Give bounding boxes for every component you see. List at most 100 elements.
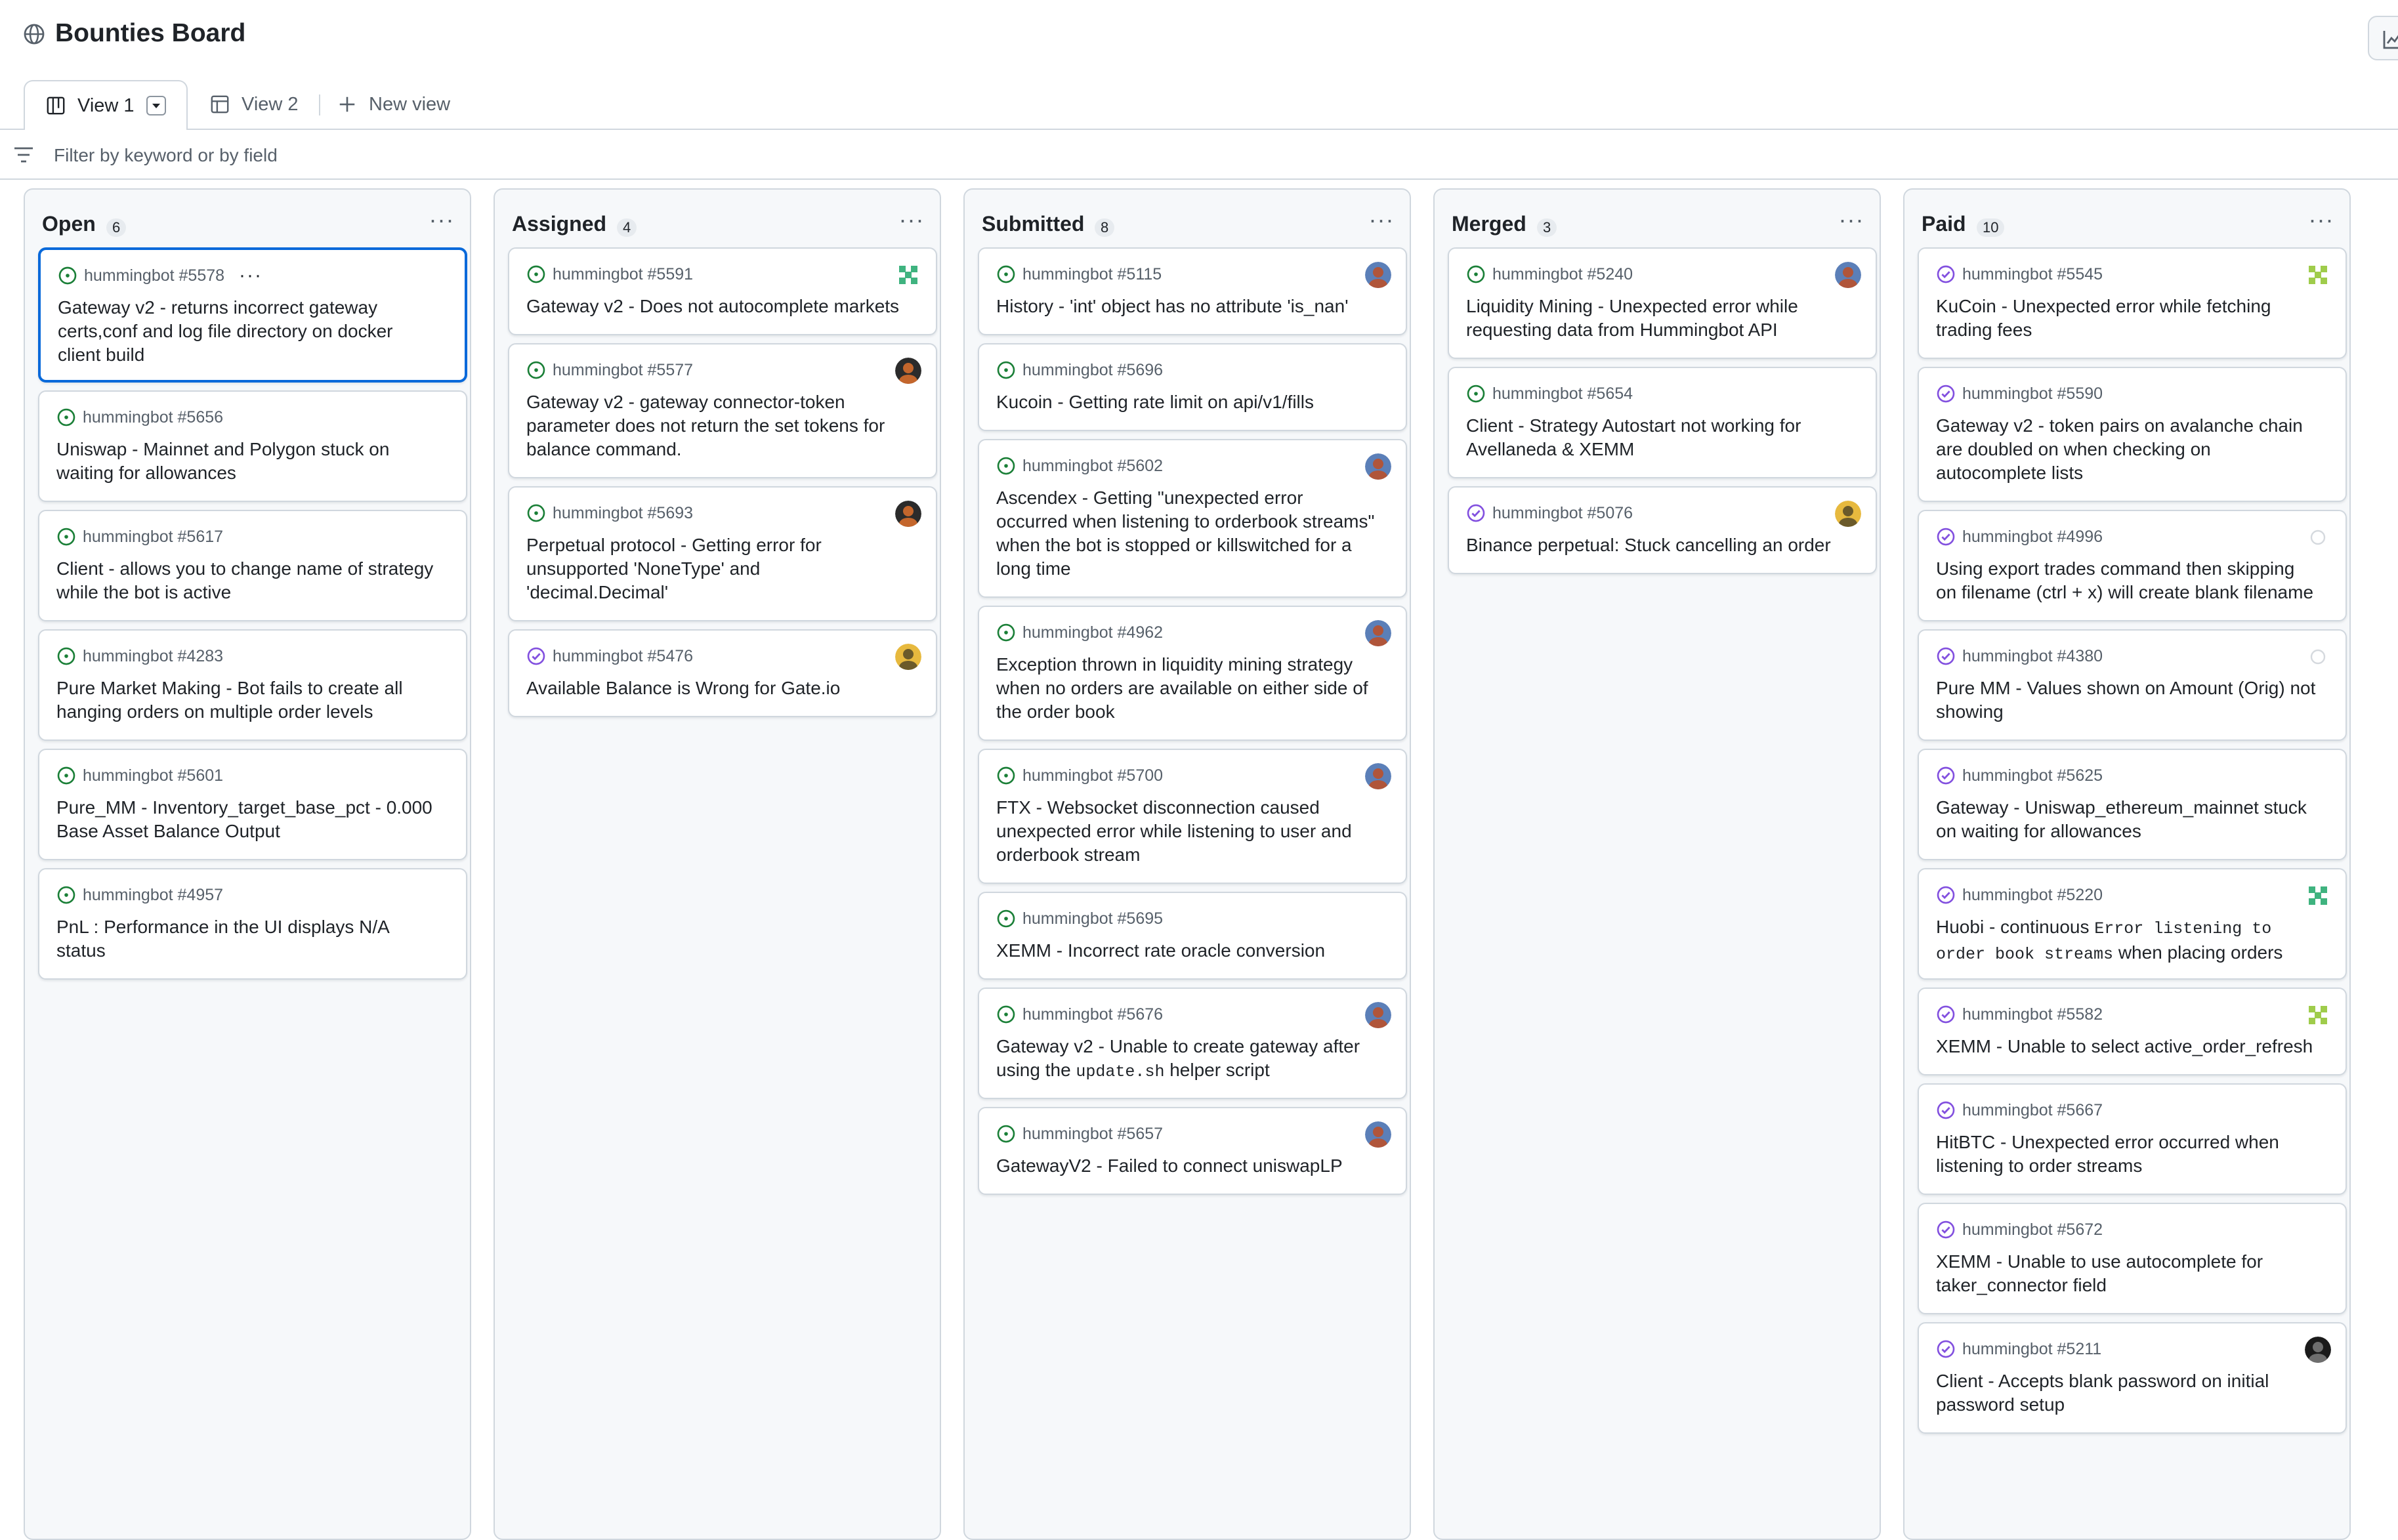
issue-card[interactable]: hummingbot #5220 Huobi - continuous Error… [1918,868,2347,980]
card-repo-number[interactable]: hummingbot #5115 [1022,265,1162,284]
issue-card[interactable]: hummingbot #5545 KuCoin - Unexpected erro… [1918,247,2347,359]
card-title[interactable]: Client - Strategy Autostart not working … [1466,414,1847,461]
issue-card[interactable]: hummingbot #5577 Gateway v2 - gateway con… [508,343,937,478]
issue-card[interactable]: hummingbot #4957 PnL : Performance in the… [38,868,467,980]
card-repo-number[interactable]: hummingbot #5582 [1962,1005,2103,1024]
card-repo-number[interactable]: hummingbot #5625 [1962,766,2103,785]
card-repo-number[interactable]: hummingbot #5578 [84,266,224,285]
column-menu-icon[interactable]: ··· [1366,208,1397,237]
issue-card[interactable]: hummingbot #5582 XEMM - Unable to select … [1918,988,2347,1075]
issue-card[interactable]: hummingbot #5672 XEMM - Unable to use aut… [1918,1203,2347,1314]
card-title[interactable]: Gateway v2 - Does not autocomplete marke… [526,295,907,318]
column-menu-icon[interactable]: ··· [1836,208,1866,237]
assignee-avatar[interactable] [2305,262,2331,288]
issue-card[interactable]: hummingbot #5696 Kucoin - Getting rate li… [978,343,1407,431]
assignee-avatar[interactable] [2305,883,2331,909]
card-title[interactable]: Pure_MM - Inventory_target_base_pct - 0.… [56,796,437,843]
card-repo-number[interactable]: hummingbot #5602 [1022,457,1163,476]
card-repo-number[interactable]: hummingbot #5672 [1962,1220,2103,1239]
assignee-avatar[interactable] [1365,1121,1391,1148]
issue-card[interactable]: hummingbot #5625 Gateway - Uniswap_ethere… [1918,749,2347,860]
card-repo-number[interactable]: hummingbot #5700 [1022,766,1163,785]
assignee-avatar[interactable] [1835,501,1861,527]
issue-card[interactable]: hummingbot #5591 Gateway v2 - Does not au… [508,247,937,335]
assignee-avatar[interactable] [2305,1337,2331,1363]
issue-card[interactable]: hummingbot #5695 XEMM - Incorrect rate or… [978,892,1407,980]
card-repo-number[interactable]: hummingbot #5695 [1022,909,1163,928]
card-title[interactable]: Gateway - Uniswap_ethereum_mainnet stuck… [1936,796,2317,843]
card-repo-number[interactable]: hummingbot #4996 [1962,528,2103,547]
card-title[interactable]: Available Balance is Wrong for Gate.io [526,676,907,700]
card-title[interactable]: GatewayV2 - Failed to connect uniswapLP [996,1154,1377,1178]
card-title[interactable]: Pure Market Making - Bot fails to create… [56,676,437,724]
card-repo-number[interactable]: hummingbot #5676 [1022,1005,1163,1024]
assignee-avatar[interactable] [1365,763,1391,789]
card-title[interactable]: Client - allows you to change name of st… [56,557,437,604]
issue-card[interactable]: hummingbot #5657 GatewayV2 - Failed to co… [978,1107,1407,1195]
card-title[interactable]: Pure MM - Values shown on Amount (Orig) … [1936,676,2317,724]
card-title[interactable]: Gateway v2 - token pairs on avalanche ch… [1936,414,2317,485]
issue-card[interactable]: hummingbot #5693 Perpetual protocol - Get… [508,486,937,621]
card-title[interactable]: HitBTC - Unexpected error occurred when … [1936,1131,2317,1178]
filter-input[interactable] [53,138,974,173]
issue-card[interactable]: hummingbot #5617 Client - allows you to c… [38,510,467,621]
assignee-avatar[interactable] [1365,1002,1391,1028]
card-title[interactable]: Using export trades command then skippin… [1936,557,2317,604]
issue-card[interactable]: hummingbot #5115 History - 'int' object h… [978,247,1407,335]
card-title[interactable]: Liquidity Mining - Unexpected error whil… [1466,295,1847,342]
issue-card[interactable]: hummingbot #4996 Using export trades comm… [1918,510,2347,621]
assignee-avatar[interactable] [1365,620,1391,646]
issue-card[interactable]: hummingbot #5676 Gateway v2 - Unable to c… [978,988,1407,1099]
issue-card[interactable]: hummingbot #5700 FTX - Websocket disconne… [978,749,1407,884]
assignee-avatar[interactable] [2305,524,2331,551]
insights-button[interactable] [2368,16,2398,60]
card-repo-number[interactable]: hummingbot #5657 [1022,1125,1163,1144]
card-repo-number[interactable]: hummingbot #5656 [83,408,223,427]
issue-card[interactable]: hummingbot #5654 Client - Strategy Autost… [1448,367,1877,478]
assignee-avatar[interactable] [1365,453,1391,480]
assignee-avatar[interactable] [895,644,921,670]
assignee-avatar[interactable] [2305,1002,2331,1028]
tab-view-2[interactable]: View 2 [210,80,299,129]
card-title[interactable]: Binance perpetual: Stuck cancelling an o… [1466,533,1847,557]
card-title[interactable]: Client - Accepts blank password on initi… [1936,1369,2317,1417]
card-repo-number[interactable]: hummingbot #5591 [553,265,693,284]
card-title[interactable]: FTX - Websocket disconnection caused une… [996,796,1377,867]
card-repo-number[interactable]: hummingbot #5696 [1022,361,1163,380]
card-title[interactable]: Uniswap - Mainnet and Polygon stuck on w… [56,438,437,485]
card-repo-number[interactable]: hummingbot #5220 [1962,886,2103,905]
card-title[interactable]: Gateway v2 - returns incorrect gateway c… [58,296,438,367]
card-repo-number[interactable]: hummingbot #4962 [1022,623,1163,642]
card-repo-number[interactable]: hummingbot #5617 [83,528,223,547]
new-view-button[interactable]: New view [337,80,450,129]
card-repo-number[interactable]: hummingbot #5601 [83,766,223,785]
card-repo-number[interactable]: hummingbot #5590 [1962,385,2103,404]
issue-card[interactable]: hummingbot #5602 Ascendex - Getting "unex… [978,439,1407,598]
assignee-avatar[interactable] [1365,262,1391,288]
issue-card[interactable]: hummingbot #5601 Pure_MM - Inventory_targ… [38,749,467,860]
filter-icon[interactable] [13,146,34,164]
issue-card[interactable]: hummingbot #5076 Binance perpetual: Stuck… [1448,486,1877,574]
card-title[interactable]: Gateway v2 - Unable to create gateway af… [996,1035,1377,1084]
issue-card[interactable]: hummingbot #4380 Pure MM - Values shown o… [1918,629,2347,741]
issue-card[interactable]: hummingbot #5476 Available Balance is Wro… [508,629,937,717]
view-options-dropdown[interactable] [146,96,166,115]
card-menu-icon[interactable]: ··· [239,266,263,285]
card-title[interactable]: Kucoin - Getting rate limit on api/v1/fi… [996,390,1377,414]
card-title[interactable]: History - 'int' object has no attribute … [996,295,1377,318]
issue-card[interactable]: hummingbot #5578 ··· Gateway v2 - returns … [38,247,467,383]
card-repo-number[interactable]: hummingbot #5545 [1962,265,2103,284]
card-repo-number[interactable]: hummingbot #5667 [1962,1101,2103,1120]
card-repo-number[interactable]: hummingbot #5577 [553,361,693,380]
assignee-avatar[interactable] [895,358,921,384]
issue-card[interactable]: hummingbot #5211 Client - Accepts blank p… [1918,1322,2347,1434]
card-repo-number[interactable]: hummingbot #5693 [553,504,693,523]
card-repo-number[interactable]: hummingbot #4283 [83,647,223,666]
assignee-avatar[interactable] [2305,644,2331,670]
issue-card[interactable]: hummingbot #5667 HitBTC - Unexpected erro… [1918,1083,2347,1195]
issue-card[interactable]: hummingbot #5656 Uniswap - Mainnet and Po… [38,390,467,502]
card-title[interactable]: Ascendex - Getting "unexpected error occ… [996,486,1377,581]
issue-card[interactable]: hummingbot #4283 Pure Market Making - Bot… [38,629,467,741]
card-title[interactable]: KuCoin - Unexpected error while fetching… [1936,295,2317,342]
column-menu-icon[interactable]: ··· [427,208,457,237]
